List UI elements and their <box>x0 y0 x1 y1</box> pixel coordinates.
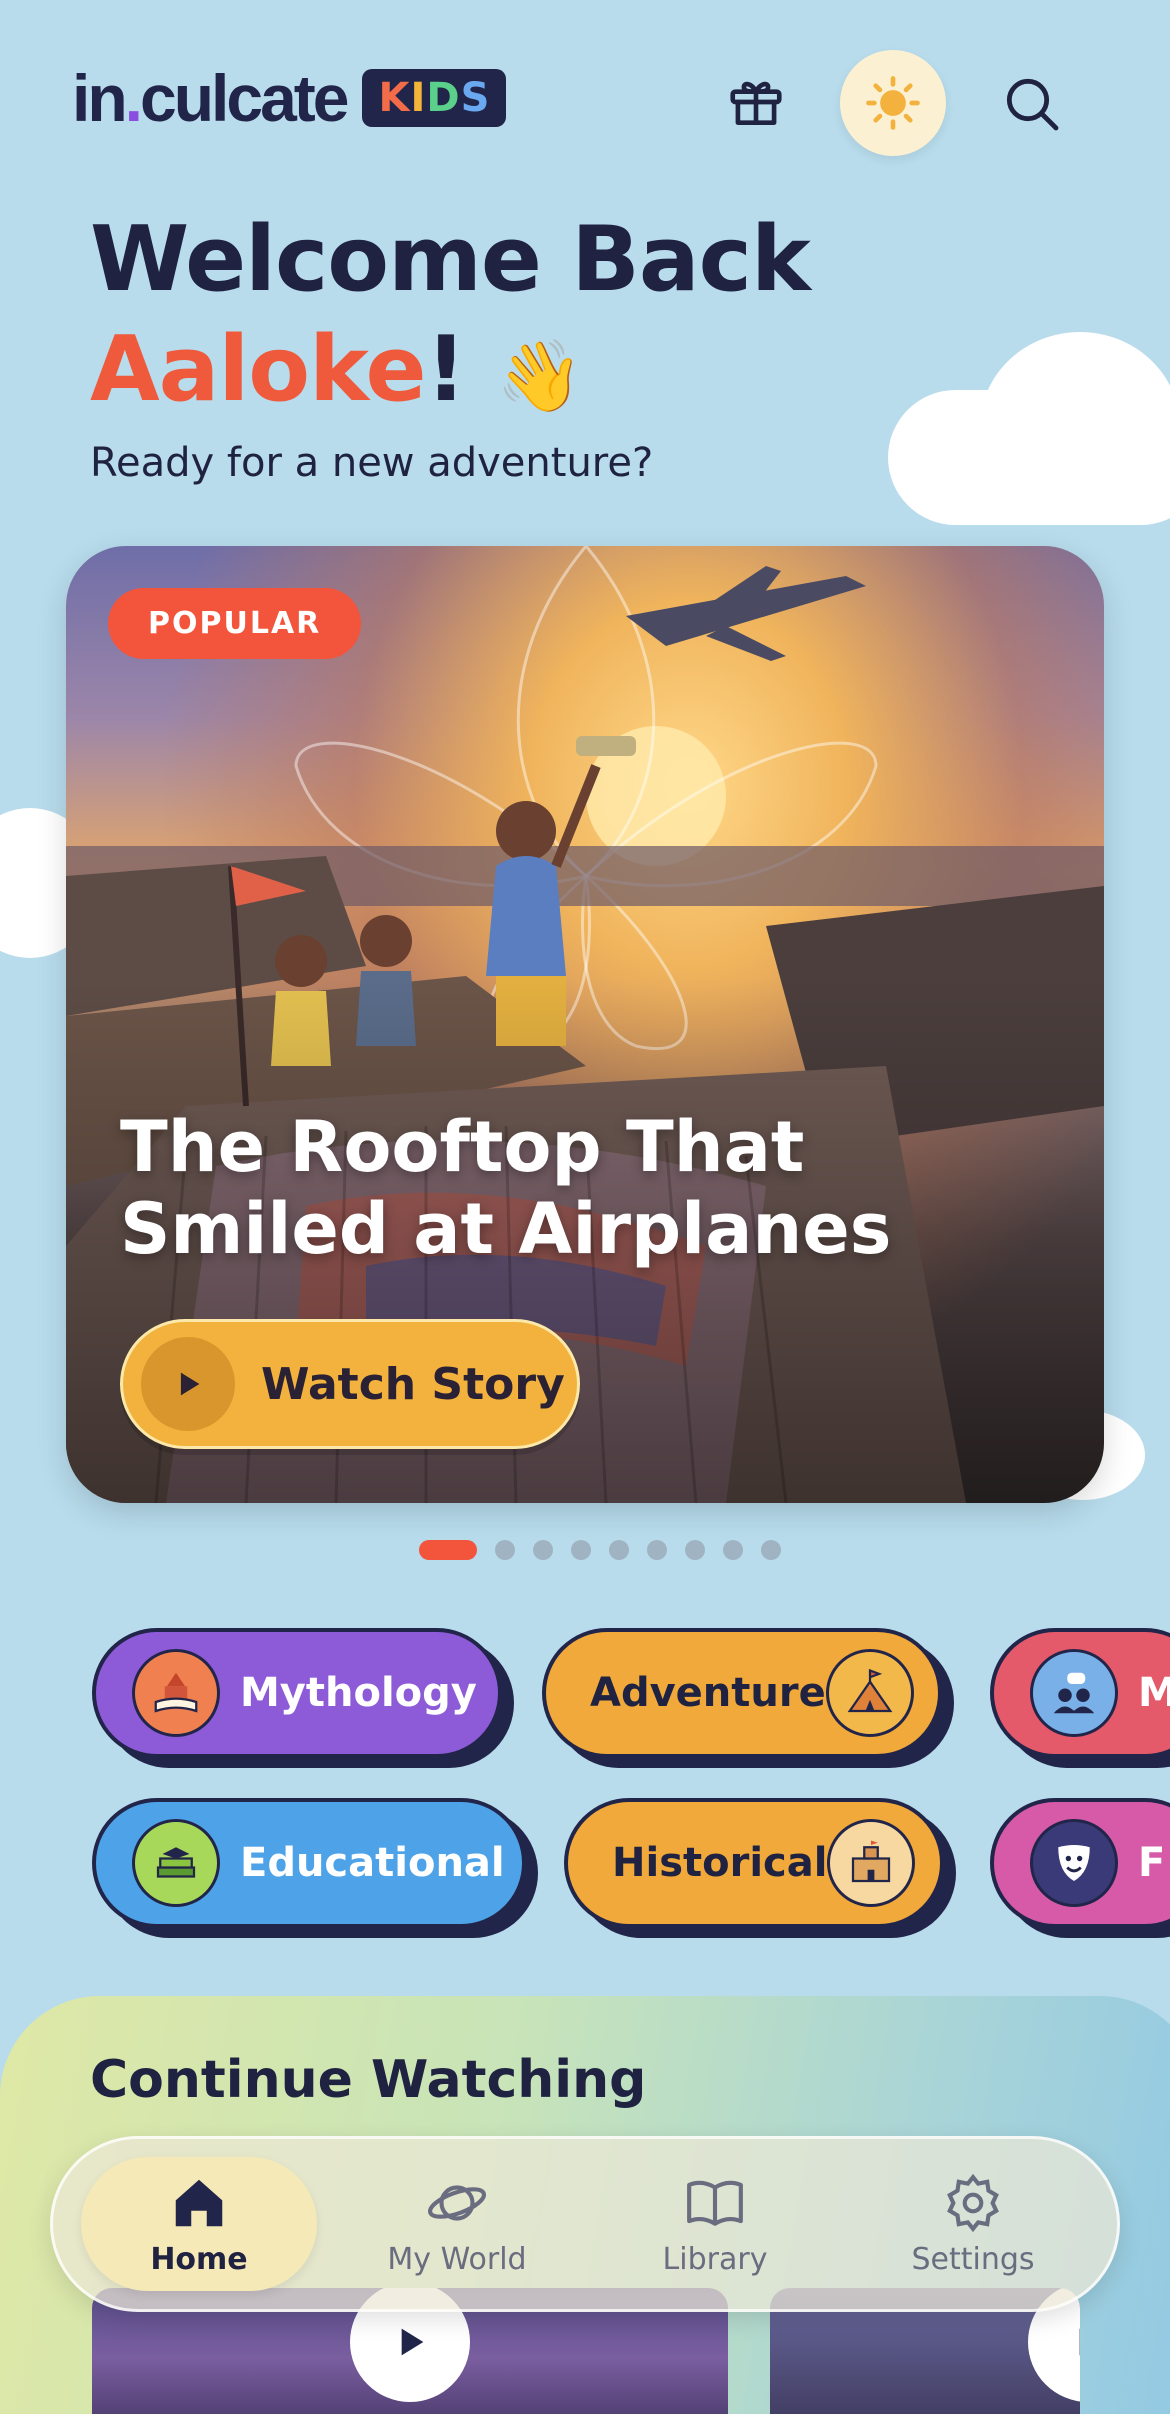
open-book-icon <box>687 2180 743 2226</box>
watch-story-label: Watch Story <box>261 1358 565 1410</box>
category-mythology[interactable]: Mythology <box>92 1628 502 1758</box>
carousel-dot[interactable] <box>495 1540 515 1560</box>
nav-library[interactable]: Library <box>597 2157 833 2291</box>
books-icon <box>132 1819 220 1907</box>
welcome-subtitle: Ready for a new adventure? <box>90 440 654 486</box>
welcome-heading: Welcome Back Aaloke! 👋 <box>90 207 811 422</box>
play-icon <box>401 2328 424 2356</box>
castle-icon <box>827 1819 916 1907</box>
app-header: in.culcate KIDS <box>0 0 1170 210</box>
category-partial-m[interactable]: M <box>990 1628 1170 1758</box>
carousel-dot[interactable] <box>723 1540 743 1560</box>
home-icon <box>175 2179 223 2226</box>
kids-badge: KIDS <box>362 69 507 127</box>
category-label: Mythology <box>240 1670 477 1716</box>
category-label: M <box>1138 1670 1170 1716</box>
carousel-dot[interactable] <box>647 1540 667 1560</box>
gear-icon <box>947 2173 999 2232</box>
category-adventure[interactable]: Adventure <box>542 1628 942 1758</box>
gift-icon[interactable] <box>718 64 794 140</box>
category-educational[interactable]: Educational <box>92 1798 526 1928</box>
play-icon <box>1079 2328 1080 2356</box>
category-partial-f[interactable]: F <box>990 1798 1170 1928</box>
nav-library-label: Library <box>662 2241 768 2277</box>
category-label: F <box>1138 1840 1166 1886</box>
planet-icon <box>427 2184 487 2221</box>
category-label: Historical <box>612 1840 828 1886</box>
play-icon <box>141 1337 235 1431</box>
carousel-dot-active[interactable] <box>419 1540 477 1560</box>
welcome-line: Welcome Back <box>90 207 811 312</box>
nav-settings[interactable]: Settings <box>855 2157 1091 2291</box>
bottom-navigation: Home My World Library Settings <box>50 2136 1120 2312</box>
popular-badge: POPULAR <box>108 588 362 659</box>
chat-people-icon <box>1030 1649 1118 1737</box>
nav-my-world[interactable]: My World <box>339 2157 575 2291</box>
carousel-dot[interactable] <box>761 1540 781 1560</box>
sun-icon <box>866 76 920 130</box>
carousel-dot[interactable] <box>571 1540 591 1560</box>
watch-story-button[interactable]: Watch Story <box>120 1319 580 1449</box>
story-title: The Rooftop That Smiled at Airplanes <box>120 1106 892 1270</box>
category-label: Educational <box>240 1840 505 1886</box>
category-label: Adventure <box>590 1670 826 1716</box>
carousel-dot[interactable] <box>609 1540 629 1560</box>
theatre-mask-icon <box>1030 1819 1118 1907</box>
nav-home-label: Home <box>150 2241 248 2277</box>
featured-story-card[interactable]: POPULAR The Rooftop That Smiled at Airpl… <box>66 546 1104 1503</box>
theme-toggle-button[interactable] <box>840 50 946 156</box>
inculcate-kids-logo[interactable]: in.culcate KIDS <box>72 60 507 136</box>
search-icon[interactable] <box>992 64 1072 144</box>
continue-watching-title: Continue Watching <box>90 2050 647 2110</box>
nav-home[interactable]: Home <box>81 2157 317 2291</box>
carousel-indicator <box>419 1540 781 1560</box>
waving-hand-icon: 👋 <box>495 335 583 417</box>
category-historical[interactable]: Historical <box>564 1798 944 1928</box>
cloud-decoration <box>980 332 1170 522</box>
carousel-dot[interactable] <box>685 1540 705 1560</box>
user-name: Aaloke <box>90 317 427 422</box>
logo-wordmark: in.culcate <box>72 61 349 135</box>
nav-settings-label: Settings <box>911 2241 1035 2277</box>
nav-my-world-label: My World <box>387 2241 527 2277</box>
temple-book-icon <box>132 1649 220 1737</box>
tent-flag-icon <box>825 1649 914 1737</box>
carousel-dot[interactable] <box>533 1540 553 1560</box>
